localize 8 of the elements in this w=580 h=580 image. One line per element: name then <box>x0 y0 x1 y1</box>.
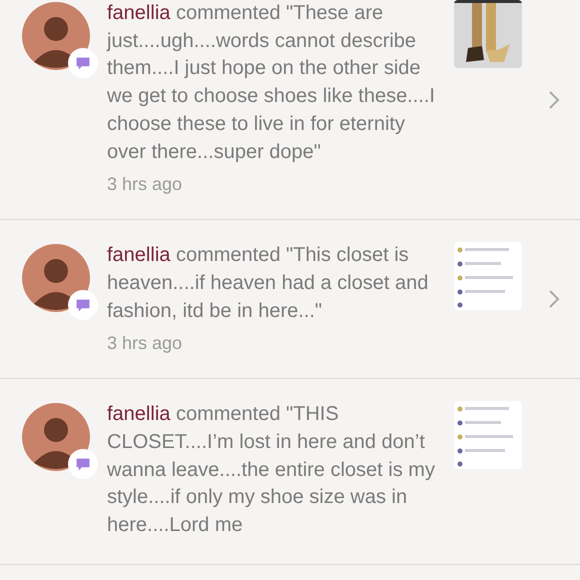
notification-text: fanellia commented "THIS CLOSET....I’m lost in here and don’t wanna leave....the entire closet is my style....if only my shoe size was in here....Lord me <box>107 402 436 538</box>
notification-text: fanellia commented "These are just....ugh....words cannot describe them....I just hope on the other side we get to choose shoes like these....I choose these to live in for eternity over there...super dope" <box>107 1 436 165</box>
timestamp: 3 hrs ago <box>107 174 184 196</box>
comment-icon <box>68 449 98 480</box>
notification-text: fanellia commented "This closet is heaven....if heaven had a closet and fashion, itd be in here..." <box>107 243 430 324</box>
timestamp: 3 hrs ago <box>107 333 184 354</box>
comment-icon <box>68 48 98 78</box>
comment-icon <box>68 290 98 320</box>
